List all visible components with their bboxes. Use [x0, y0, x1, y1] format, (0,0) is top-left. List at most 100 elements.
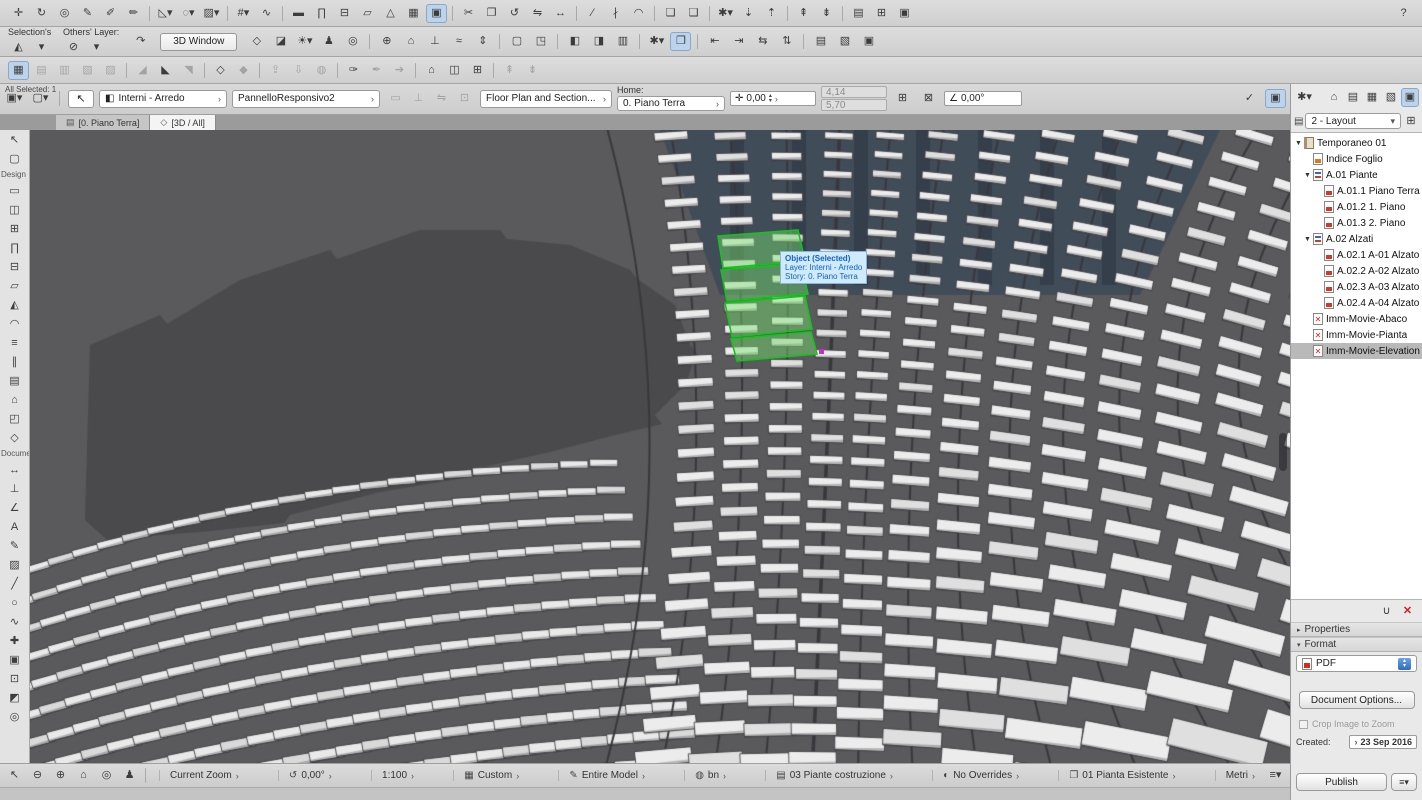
axis-icon[interactable]: ⊥	[408, 89, 429, 108]
door-icon[interactable]: ◫	[0, 200, 29, 219]
coordinate-pad-icon[interactable]: ⊞	[892, 89, 913, 108]
roof-icon[interactable]: ◭	[0, 295, 29, 314]
slope-c-icon[interactable]: ◥	[178, 61, 199, 80]
eyedropper-icon[interactable]: ⇣	[738, 4, 759, 23]
apply-pen-icon[interactable]: ✓	[1239, 89, 1260, 108]
navigator-toggle-icon[interactable]: ▣	[1401, 88, 1419, 107]
pen-sets-icon[interactable]: ≡▾	[1265, 766, 1286, 785]
lasso-select-icon[interactable]: ◌▾	[178, 4, 199, 23]
slab-tool-icon[interactable]: ▱	[357, 4, 378, 23]
current-zoom-control[interactable]: Current Zoom ›	[159, 770, 239, 781]
trim-icon[interactable]: ∕	[582, 4, 603, 23]
morph-icon[interactable]: ◇	[0, 428, 29, 447]
wall-ref-icon[interactable]: ▭	[385, 89, 406, 108]
ungroup-icon[interactable]: ❑	[683, 4, 704, 23]
preview-icon[interactable]: ◎	[96, 766, 117, 785]
object-icon[interactable]: ⌂	[0, 390, 29, 409]
rotate-icon[interactable]: ↺	[504, 4, 525, 23]
column-tool-icon[interactable]: ∏	[311, 4, 332, 23]
align-left-icon[interactable]: ⇤	[704, 32, 725, 51]
zoom-out-icon[interactable]: ⊖	[27, 766, 48, 785]
layers-icon[interactable]: ◧	[564, 32, 585, 51]
crop-checkbox[interactable]	[1299, 720, 1308, 729]
renovation-icon[interactable]: ◨	[588, 32, 609, 51]
polyline-icon[interactable]: ∿	[0, 612, 29, 631]
model-filter-control[interactable]: ✎ Entire Model ›	[558, 770, 645, 781]
arrow-style-icon[interactable]: ➔	[389, 61, 410, 80]
angle-field[interactable]: ∠ 0,00°	[944, 91, 1022, 106]
anchor-icon[interactable]: ⊡	[454, 89, 475, 108]
tree-item-a021[interactable]: A.02.1 A-01 Alzato No	[1291, 247, 1422, 263]
pan-icon[interactable]: ✛	[8, 4, 29, 23]
pane-options-icon[interactable]: ✱▾	[1294, 88, 1315, 107]
select-arrow-icon[interactable]: ◺▾	[155, 4, 176, 23]
camera-tool-icon[interactable]: ◎	[0, 707, 29, 726]
arc-icon[interactable]: ○	[0, 593, 29, 612]
grid-d-icon[interactable]: ▧	[77, 61, 98, 80]
remove-icon[interactable]: ✕	[1397, 602, 1418, 621]
layer-combination-control[interactable]: ▦ Custom ›	[453, 770, 519, 781]
movie-icon[interactable]: ▣	[858, 32, 879, 51]
publisher-icon[interactable]: ▤	[810, 32, 831, 51]
figure-icon[interactable]: ▣	[0, 650, 29, 669]
tree-item-a02-alzati[interactable]: ▼ A.02 Alzati	[1291, 231, 1422, 247]
area-select-icon[interactable]: ▨▾	[201, 4, 222, 23]
popout-icon[interactable]: ⊞	[1403, 112, 1419, 131]
layout-grid-icon[interactable]: ⊞	[871, 4, 892, 23]
slab-icon[interactable]: ▱	[0, 276, 29, 295]
renovation-filter-control[interactable]: ❐ 01 Pianta Esistente ›	[1058, 770, 1175, 781]
navigator-map-combo[interactable]: 2 - Layout ▾	[1305, 113, 1401, 129]
publisher-sets-icon[interactable]: ▧	[1382, 88, 1400, 107]
angle-dimension-icon[interactable]: ∠	[0, 498, 29, 517]
orbit-icon[interactable]: ↻	[31, 4, 52, 23]
level-dimension-icon[interactable]: ⊥	[0, 479, 29, 498]
camera-view-icon[interactable]: ◎	[342, 32, 363, 51]
pen-set-control[interactable]: ◍ bn ›	[684, 770, 726, 781]
offset-stepper[interactable]: ▴▾	[769, 94, 772, 104]
graphic-override-control[interactable]: ◐ No Overrides ›	[932, 770, 1019, 781]
grid-icon[interactable]: #▾	[233, 4, 254, 23]
tree-item-a012[interactable]: A.01.2 1. Piano	[1291, 199, 1422, 215]
wall-tool-icon[interactable]: ▬	[288, 4, 309, 23]
copy-icon[interactable]: ❐	[481, 4, 502, 23]
marquee-tool-icon[interactable]: ▢	[0, 149, 29, 168]
offset-field[interactable]: ✛ 0,00 ▴▾ ›	[730, 91, 816, 106]
flip-icon[interactable]: ⇋	[431, 89, 452, 108]
pen-alt-icon[interactable]: ✒	[366, 61, 387, 80]
layer-combo-control[interactable]: ▤ 03 Piante costruzione ›	[765, 770, 893, 781]
label-icon[interactable]: ✎	[0, 536, 29, 555]
section-view-icon[interactable]: ◪	[270, 32, 291, 51]
nudge-icon[interactable]: ⇅	[776, 32, 797, 51]
3d-viewport[interactable]: Object (Selected) Layer: Interni - Arred…	[30, 130, 1290, 763]
viewport-canvas[interactable]	[30, 130, 1290, 763]
tree-item-a022[interactable]: A.02.2 A-02 Alzato Est	[1291, 263, 1422, 279]
elevation-icon[interactable]: ⇕	[472, 32, 493, 51]
format-combo[interactable]: PDF ▴▾	[1296, 655, 1417, 672]
cursor-mode-icon[interactable]: ↖	[4, 766, 25, 785]
align-right-icon[interactable]: ⇥	[728, 32, 749, 51]
tree-item-imm-movie-abaco[interactable]: Imm-Movie-Abaco	[1291, 311, 1422, 327]
fillet-icon[interactable]: ◠	[628, 4, 649, 23]
beam-tool-icon[interactable]: ⊟	[334, 4, 355, 23]
arrow-tool-chip[interactable]: ↖	[68, 90, 94, 108]
layout-book-icon[interactable]: ▦	[1363, 88, 1381, 107]
quick-options-icon[interactable]: ▣	[1265, 89, 1286, 108]
tab-piano-terra[interactable]: ▤ [0. Piano Terra]	[56, 115, 150, 130]
arrow-tool-icon[interactable]: ↖	[0, 130, 29, 149]
stair-icon[interactable]: ≡	[0, 333, 29, 352]
marquee-icon[interactable]: ▢	[506, 32, 527, 51]
tree-item-a013[interactable]: A.01.3 2. Piano	[1291, 215, 1422, 231]
line-icon[interactable]: ╱	[0, 574, 29, 593]
grid-c-icon[interactable]: ▥	[54, 61, 75, 80]
tree-item-a011[interactable]: A.01.1 Piano Terra	[1291, 183, 1422, 199]
text-icon[interactable]: A	[0, 517, 29, 536]
units-control[interactable]: Metri ›	[1215, 770, 1255, 781]
zoom-in-icon[interactable]: ⊕	[50, 766, 71, 785]
pen-icon[interactable]: ✐	[100, 4, 121, 23]
building-icon[interactable]: ◫	[444, 61, 465, 80]
beam-icon[interactable]: ⊟	[0, 257, 29, 276]
mesh-tool-icon[interactable]: ▦	[403, 4, 424, 23]
clone-view-icon[interactable]: ❐	[670, 32, 691, 51]
perspective-icon[interactable]: ◇	[246, 32, 267, 51]
partial-structure-icon[interactable]: ▥	[612, 32, 633, 51]
